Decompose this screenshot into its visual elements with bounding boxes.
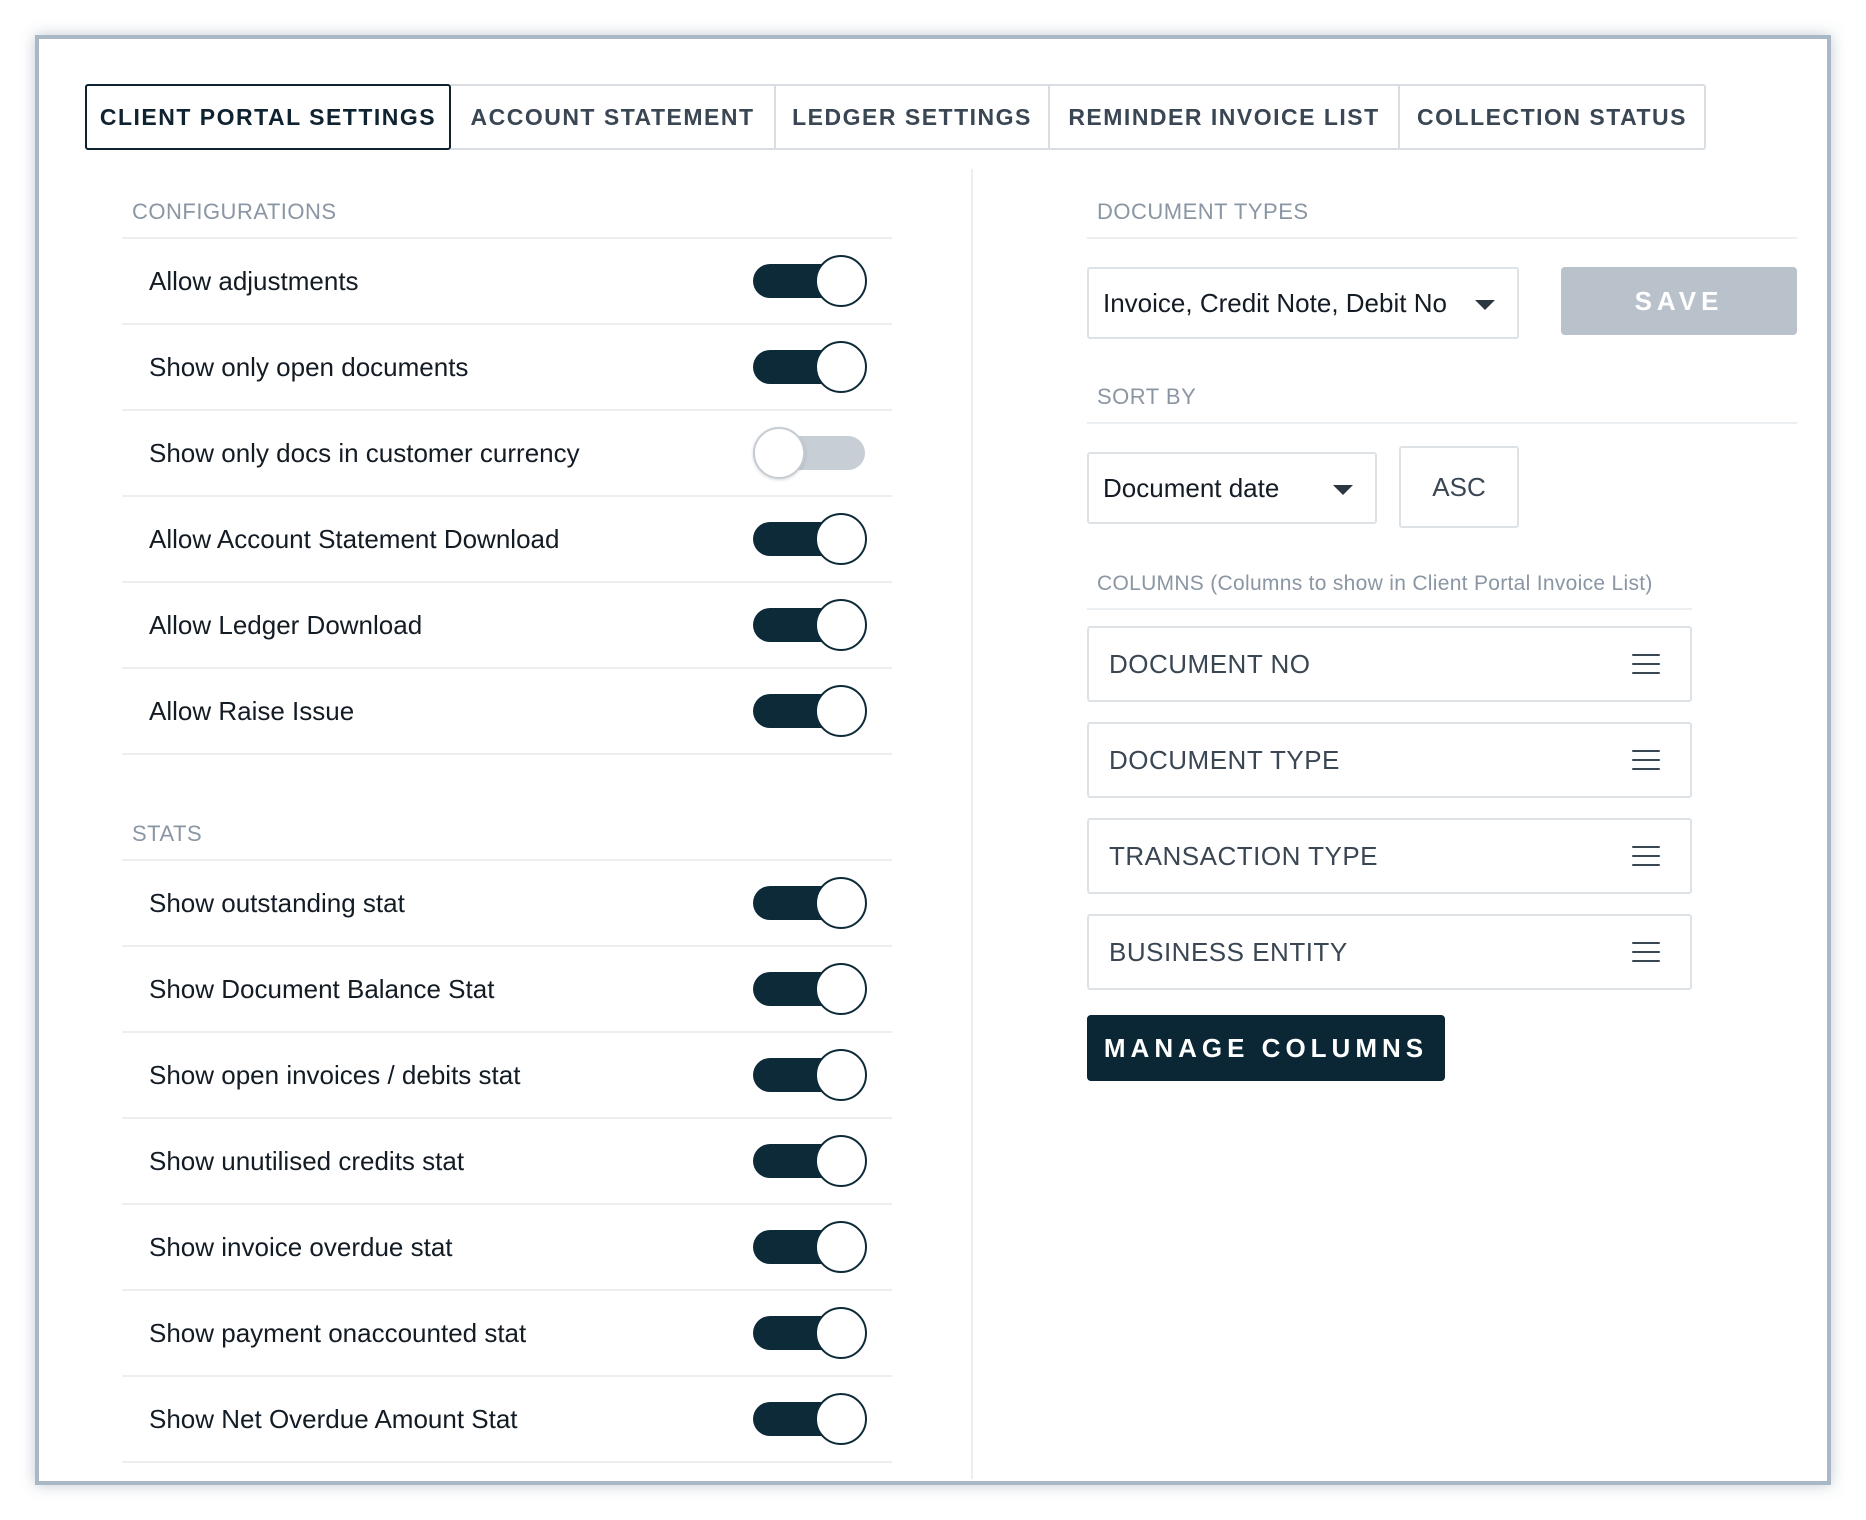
column-item-business-entity[interactable]: BUSINESS ENTITY — [1087, 914, 1692, 990]
column-label: TRANSACTION TYPE — [1109, 840, 1379, 871]
column-item-document-no[interactable]: DOCUMENT NO — [1087, 626, 1692, 702]
config-label: Allow Account Statement Download — [149, 523, 560, 554]
config-label: Show only docs in customer currency — [149, 437, 580, 468]
stats-title: STATS — [122, 791, 892, 861]
column-label: DOCUMENT NO — [1109, 648, 1311, 679]
tab-account-statement[interactable]: ACCOUNT STATEMENT — [451, 84, 776, 150]
stat-row: Show payment onaccounted stat — [122, 1291, 892, 1377]
stat-label: Show Net Overdue Amount Stat — [149, 1403, 518, 1434]
stat-label: Show open invoices / debits stat — [149, 1059, 521, 1090]
stat-row: Show Net Overdue Amount Stat — [122, 1377, 892, 1463]
document-types-value: Invoice, Credit Note, Debit Note — [1103, 287, 1447, 318]
sort-by-select[interactable]: Document date — [1087, 452, 1377, 524]
stat-label: Show unutilised credits stat — [149, 1145, 465, 1176]
settings-panel: CLIENT PORTAL SETTINGS ACCOUNT STATEMENT… — [35, 35, 1831, 1485]
caret-down-icon — [1475, 300, 1495, 310]
show-net-overdue-amount-stat-toggle[interactable] — [753, 1393, 867, 1445]
config-row: Show only open documents — [122, 325, 892, 411]
stat-label: Show payment onaccounted stat — [149, 1317, 527, 1348]
right-column: DOCUMENT TYPES Invoice, Credit Note, Deb… — [1087, 169, 1797, 1081]
sort-order-button[interactable]: ASC — [1399, 446, 1519, 528]
tab-bar: CLIENT PORTAL SETTINGS ACCOUNT STATEMENT… — [85, 84, 1706, 150]
document-types-row: Invoice, Credit Note, Debit Note SAVE — [1087, 239, 1797, 369]
sort-by-title: SORT BY — [1087, 369, 1797, 424]
drag-handle-icon[interactable] — [1632, 942, 1660, 962]
column-label: DOCUMENT TYPE — [1109, 744, 1340, 775]
show-outstanding-stat-toggle[interactable] — [753, 877, 867, 929]
tab-client-portal-settings[interactable]: CLIENT PORTAL SETTINGS — [85, 84, 451, 150]
column-item-transaction-type[interactable]: TRANSACTION TYPE — [1087, 818, 1692, 894]
show-invoice-overdue-stat-toggle[interactable] — [753, 1221, 867, 1273]
stat-label: Show invoice overdue stat — [149, 1231, 453, 1262]
config-row: Allow adjustments — [122, 239, 892, 325]
configurations-title: CONFIGURATIONS — [122, 169, 892, 239]
sort-by-row: Document date ASC — [1087, 424, 1797, 554]
columns-title: COLUMNS (Columns to show in Client Porta… — [1087, 554, 1692, 610]
caret-down-icon — [1333, 485, 1353, 495]
config-label: Allow adjustments — [149, 265, 359, 296]
drag-handle-icon[interactable] — [1632, 750, 1660, 770]
tab-ledger-settings[interactable]: LEDGER SETTINGS — [776, 84, 1050, 150]
manage-columns-button[interactable]: MANAGE COLUMNS — [1087, 1015, 1445, 1081]
column-label: BUSINESS ENTITY — [1109, 936, 1348, 967]
show-payment-onaccounted-stat-toggle[interactable] — [753, 1307, 867, 1359]
show-open-invoices-debits-stat-toggle[interactable] — [753, 1049, 867, 1101]
config-label: Show only open documents — [149, 351, 469, 382]
drag-handle-icon[interactable] — [1632, 846, 1660, 866]
document-types-title: DOCUMENT TYPES — [1087, 169, 1797, 239]
show-document-balance-stat-toggle[interactable] — [753, 963, 867, 1015]
stat-label: Show Document Balance Stat — [149, 973, 495, 1004]
config-label: Allow Raise Issue — [149, 695, 355, 726]
config-label: Allow Ledger Download — [149, 609, 423, 640]
tab-collection-status[interactable]: COLLECTION STATUS — [1400, 84, 1706, 150]
stat-row: Show outstanding stat — [122, 861, 892, 947]
document-types-select[interactable]: Invoice, Credit Note, Debit Note — [1087, 267, 1519, 339]
tab-reminder-invoice-list[interactable]: REMINDER INVOICE LIST — [1050, 84, 1400, 150]
stat-label: Show outstanding stat — [149, 887, 405, 918]
config-row: Allow Raise Issue — [122, 669, 892, 755]
stat-row: Show open invoices / debits stat — [122, 1033, 892, 1119]
stat-row: Show unutilised credits stat — [122, 1119, 892, 1205]
stat-row: Show invoice overdue stat — [122, 1205, 892, 1291]
allow-adjustments-toggle[interactable] — [753, 255, 867, 307]
allow-raise-issue-toggle[interactable] — [753, 685, 867, 737]
drag-handle-icon[interactable] — [1632, 654, 1660, 674]
show-unutilised-credits-stat-toggle[interactable] — [753, 1135, 867, 1187]
config-row: Allow Account Statement Download — [122, 497, 892, 583]
left-column: CONFIGURATIONS Allow adjustments Show on… — [122, 169, 892, 1463]
config-row: Allow Ledger Download — [122, 583, 892, 669]
columns-list: DOCUMENT NO DOCUMENT TYPE TRANSACTION TY… — [1087, 626, 1797, 990]
column-divider — [971, 169, 973, 1479]
allow-ledger-download-toggle[interactable] — [753, 599, 867, 651]
show-only-docs-customer-currency-toggle[interactable] — [753, 427, 867, 479]
stat-row: Show Document Balance Stat — [122, 947, 892, 1033]
stats-list: Show outstanding stat Show Document Bala… — [122, 861, 892, 1463]
show-only-open-documents-toggle[interactable] — [753, 341, 867, 393]
sort-by-value: Document date — [1103, 472, 1280, 503]
column-item-document-type[interactable]: DOCUMENT TYPE — [1087, 722, 1692, 798]
allow-account-statement-download-toggle[interactable] — [753, 513, 867, 565]
configurations-list: Allow adjustments Show only open documen… — [122, 239, 892, 755]
config-row: Show only docs in customer currency — [122, 411, 892, 497]
save-button[interactable]: SAVE — [1561, 267, 1797, 335]
